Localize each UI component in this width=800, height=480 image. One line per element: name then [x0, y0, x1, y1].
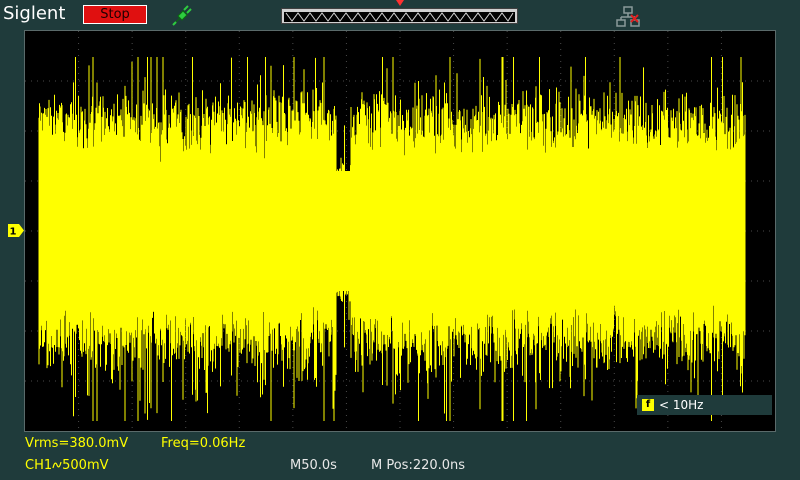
memory-position-bar	[281, 8, 518, 24]
network-icon	[616, 6, 640, 27]
horizontal-position[interactable]: M Pos:220.0ns	[371, 458, 465, 474]
brand-logo: Siglent	[3, 3, 66, 24]
ac-coupling-icon	[52, 461, 62, 469]
vrms-measurement: Vrms=380.0mV	[25, 436, 129, 451]
trigger-frequency-value: < 10Hz	[659, 398, 704, 412]
run-stop-status[interactable]: Stop	[83, 5, 147, 24]
channel1-ground-marker[interactable]: 1	[8, 224, 24, 237]
frequency-icon: f	[642, 399, 654, 411]
trigger-frequency-counter: f < 10Hz	[637, 395, 772, 415]
volts-per-div: 500mV	[62, 458, 109, 473]
timebase-scale[interactable]: M50.0s	[290, 458, 337, 474]
channel-marker-label: 1	[10, 227, 17, 238]
probe-icon	[172, 5, 192, 26]
top-status-bar: Siglent Stop	[0, 0, 800, 30]
channel1-waveform-core	[39, 171, 745, 291]
graticule	[25, 31, 775, 431]
channel1-scale[interactable]: CH1 500mV	[25, 458, 109, 474]
channel-label: CH1	[25, 458, 53, 473]
frequency-measurement: Freq=0.06Hz	[161, 436, 246, 451]
waveform-display[interactable]	[24, 30, 776, 432]
memory-waveform-preview	[284, 12, 515, 22]
trigger-position-marker	[396, 0, 404, 6]
